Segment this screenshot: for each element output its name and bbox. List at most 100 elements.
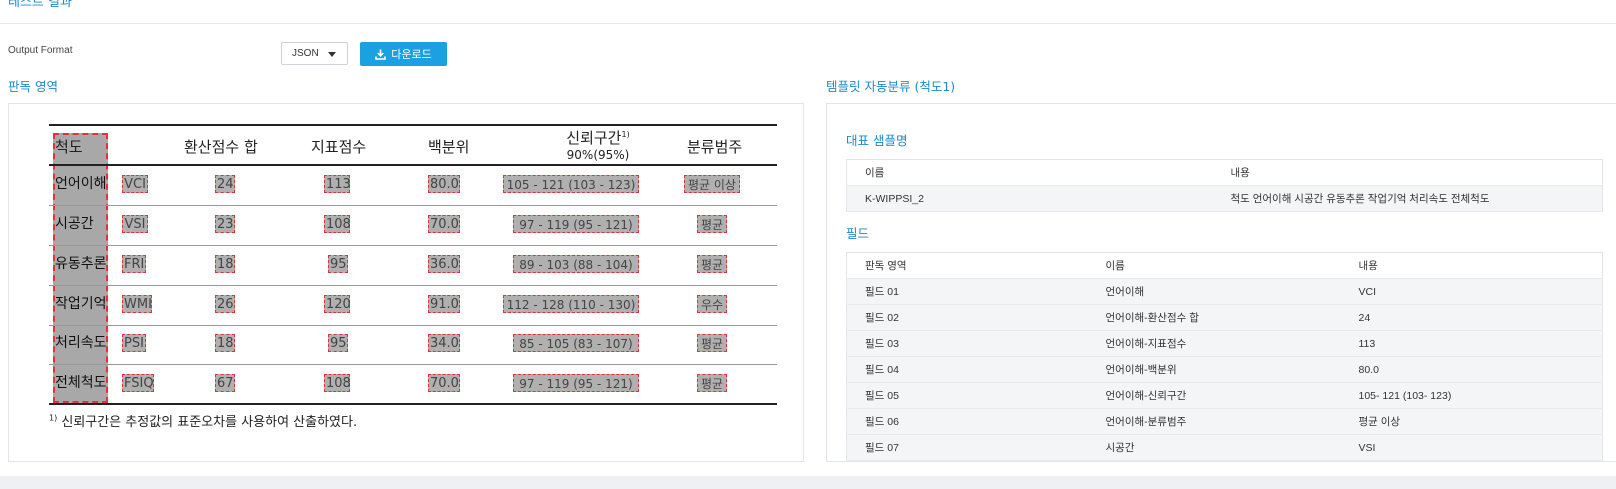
field-area-cell: 필드 05 bbox=[846, 382, 1088, 409]
field-name-cell: 언어이해-백분위 bbox=[1087, 356, 1341, 383]
sample-content-cell: 척도 언어이해 시공간 유동추론 작업기억 처리속도 전체척도 bbox=[1212, 185, 1603, 212]
table-header-row: 이름 내용 bbox=[846, 159, 1603, 186]
table-row[interactable]: 필드 04 언어이해-백분위 80.0 bbox=[846, 356, 1603, 383]
table-row[interactable]: 필드 03 언어이해-지표점수 113 bbox=[846, 330, 1603, 357]
output-format-label: Output Format bbox=[8, 45, 73, 56]
doc-code-cell: VSI bbox=[122, 215, 148, 233]
doc-header-ci-label: 신뢰구간 bbox=[566, 129, 622, 147]
doc-sum-cell: 23 bbox=[215, 215, 235, 233]
doc-index-cell: 108 bbox=[324, 374, 351, 392]
doc-code-cell: VCI bbox=[122, 175, 148, 193]
doc-code-cell: PSI bbox=[122, 334, 146, 352]
reading-area-panel: 척도 환산점수 합 지표점수 백분위 신뢰구간1) 90%(95%) 분류범주 … bbox=[8, 103, 804, 462]
doc-scale-cell: 시공간 bbox=[55, 216, 94, 232]
doc-code-cell: FRI bbox=[122, 255, 146, 273]
download-button[interactable]: 다운로드 bbox=[360, 42, 447, 66]
col-header-name: 이름 bbox=[846, 159, 1213, 186]
field-name-cell: 언어이해-신뢰구간 bbox=[1087, 382, 1341, 409]
template-classify-panel: 대표 샘플명 이름 내용 K-WIPPSI_2 척도 언어이해 시공간 유동추론… bbox=[826, 103, 1616, 462]
doc-header-sum: 환산점수 합 bbox=[184, 138, 258, 156]
field-area-cell: 필드 02 bbox=[846, 304, 1088, 331]
reading-area-title: 판독 영역 bbox=[8, 79, 58, 94]
sample-name-cell: K-WIPPSI_2 bbox=[846, 185, 1213, 212]
col-header-area: 판독 영역 bbox=[846, 252, 1088, 279]
footer-bar bbox=[0, 476, 1616, 489]
doc-ci-cell: 97 - 119 (95 - 121) bbox=[513, 215, 639, 233]
doc-header-index: 지표점수 bbox=[311, 138, 367, 156]
doc-scale-cell: 전체척도 bbox=[55, 375, 107, 391]
test-result-page: 테스트 결과 Output Format JSON 다운로드 판독 영역 템플릿… bbox=[0, 0, 1616, 489]
section-title: 테스트 결과 bbox=[8, 0, 72, 10]
doc-ci-cell: 105 - 121 (103 - 123) bbox=[503, 175, 639, 193]
doc-pct-cell: 36.0 bbox=[428, 255, 460, 273]
doc-header-scale: 척도 bbox=[55, 138, 83, 156]
doc-header-ci-sup: 1) bbox=[621, 130, 630, 139]
doc-rule-head bbox=[49, 164, 777, 166]
fields-table: 판독 영역 이름 내용 필드 01 언어이해 VCI 필드 02 언어이해-환산… bbox=[846, 252, 1603, 461]
field-name-cell: 시공간 bbox=[1087, 434, 1341, 461]
doc-pct-cell: 91.0 bbox=[428, 295, 460, 313]
doc-index-cell: 95 bbox=[328, 255, 348, 273]
doc-scale-cell: 작업기억 bbox=[55, 296, 107, 312]
doc-cat-cell: 평균 bbox=[697, 374, 727, 392]
doc-row-line bbox=[49, 285, 777, 286]
table-row[interactable]: 필드 02 언어이해-환산점수 합 24 bbox=[846, 304, 1603, 331]
table-row[interactable]: 필드 01 언어이해 VCI bbox=[846, 278, 1603, 305]
doc-footnote-text: 신뢰구간은 추정값의 표준오차를 사용하여 산출하였다. bbox=[61, 415, 358, 430]
field-area-cell: 필드 03 bbox=[846, 330, 1088, 357]
col-header-content: 내용 bbox=[1212, 159, 1603, 186]
download-icon bbox=[375, 49, 387, 60]
representative-sample-table: 이름 내용 K-WIPPSI_2 척도 언어이해 시공간 유동추론 작업기억 처… bbox=[846, 159, 1603, 212]
field-content-cell: 24 bbox=[1340, 304, 1603, 331]
field-content-cell: 113 bbox=[1340, 330, 1603, 357]
doc-pct-cell: 70.0 bbox=[428, 215, 460, 233]
field-area-cell: 필드 04 bbox=[846, 356, 1088, 383]
fields-title: 필드 bbox=[846, 226, 870, 241]
field-content-cell: VSI bbox=[1340, 434, 1603, 461]
table-row[interactable]: 필드 06 언어이해-분류범주 평균 이상 bbox=[846, 408, 1603, 435]
doc-header-category: 분류범주 bbox=[687, 138, 743, 156]
doc-index-cell: 95 bbox=[328, 334, 348, 352]
col-header-content: 내용 bbox=[1340, 252, 1603, 279]
doc-ci-cell: 112 - 128 (110 - 130) bbox=[503, 295, 639, 313]
doc-header-ci: 신뢰구간1) 90%(95%) bbox=[543, 127, 653, 163]
doc-index-cell: 108 bbox=[324, 215, 351, 233]
table-row[interactable]: 필드 05 언어이해-신뢰구간 105- 121 (103- 123) bbox=[846, 382, 1603, 409]
table-row[interactable]: K-WIPPSI_2 척도 언어이해 시공간 유동추론 작업기억 처리속도 전체… bbox=[846, 185, 1603, 212]
field-name-cell: 언어이해-환산점수 합 bbox=[1087, 304, 1341, 331]
field-content-cell: 80.0 bbox=[1340, 356, 1603, 383]
doc-row-line bbox=[49, 205, 777, 206]
doc-cat-cell: 평균 이상 bbox=[684, 175, 740, 193]
output-format-select[interactable]: JSON bbox=[281, 42, 348, 65]
doc-scale-cell: 처리속도 bbox=[55, 335, 107, 351]
field-area-cell: 필드 06 bbox=[846, 408, 1088, 435]
field-content-cell: VCI bbox=[1340, 278, 1603, 305]
doc-header-ci-sub: 90%(95%) bbox=[566, 148, 630, 162]
doc-sum-cell: 24 bbox=[215, 175, 235, 193]
doc-scale-cell: 유동추론 bbox=[55, 256, 107, 272]
field-area-cell: 필드 07 bbox=[846, 434, 1088, 461]
doc-rule-bottom bbox=[49, 403, 777, 405]
doc-cat-cell: 우수 bbox=[697, 295, 727, 313]
doc-footnote: 1) 신뢰구간은 추정값의 표준오차를 사용하여 산출하였다. bbox=[49, 411, 357, 430]
field-area-cell: 필드 01 bbox=[846, 278, 1088, 305]
doc-ci-cell: 85 - 105 (83 - 107) bbox=[513, 334, 639, 352]
doc-row-line bbox=[49, 364, 777, 365]
representative-sample-title: 대표 샘플명 bbox=[846, 133, 908, 148]
doc-sum-cell: 67 bbox=[215, 374, 235, 392]
doc-scale-cell: 언어이해 bbox=[55, 176, 107, 192]
download-label: 다운로드 bbox=[391, 48, 432, 61]
field-content-cell: 평균 이상 bbox=[1340, 408, 1603, 435]
doc-header-percentile: 백분위 bbox=[428, 138, 470, 156]
field-name-cell: 언어이해-분류범주 bbox=[1087, 408, 1341, 435]
doc-sum-cell: 18 bbox=[215, 334, 235, 352]
doc-index-cell: 120 bbox=[324, 295, 351, 313]
table-row[interactable]: 필드 07 시공간 VSI bbox=[846, 434, 1603, 461]
col-header-name: 이름 bbox=[1087, 252, 1341, 279]
doc-pct-cell: 34.0 bbox=[428, 334, 460, 352]
doc-code-cell: FSIQ bbox=[122, 374, 154, 392]
field-name-cell: 언어이해-지표점수 bbox=[1087, 330, 1341, 357]
doc-cat-cell: 평균 bbox=[697, 255, 727, 273]
doc-sum-cell: 18 bbox=[215, 255, 235, 273]
doc-footnote-sup: 1) bbox=[49, 413, 58, 423]
